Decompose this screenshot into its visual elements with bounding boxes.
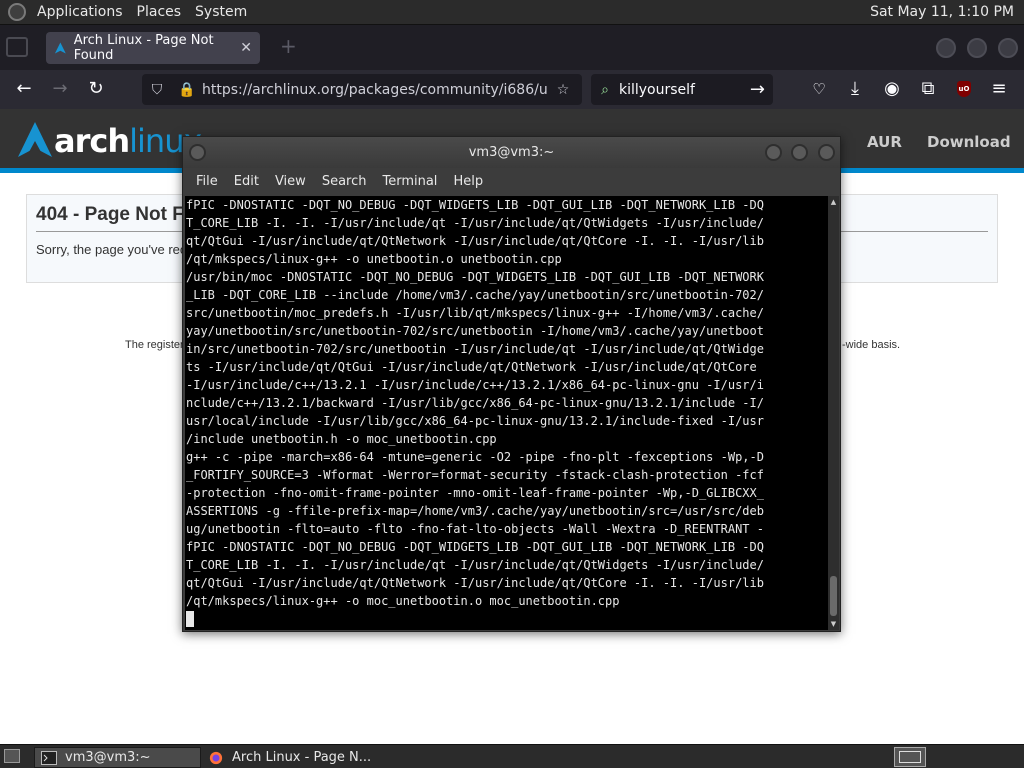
task-terminal[interactable]: vm3@vm3:~ — [34, 747, 201, 768]
terminal-menubar: File Edit View Search Terminal Help — [183, 168, 840, 194]
terminal-icon — [41, 750, 57, 765]
terminal-line: /include unetbootin.h -o moc_unetbootin.… — [186, 432, 497, 446]
terminal-line: _FORTIFY_SOURCE=3 -Wformat -Werror=forma… — [186, 468, 764, 482]
terminal-window[interactable]: vm3@vm3:~ File Edit View Search Terminal… — [182, 136, 841, 632]
terminal-line: fPIC -DNOSTATIC -DQT_NO_DEBUG -DQT_WIDGE… — [186, 540, 764, 554]
task-firefox[interactable]: Arch Linux - Page N... — [202, 747, 372, 768]
terminal-line: _LIB -DQT_CORE_LIB --include /home/vm3/.… — [186, 288, 764, 302]
error-message: Sorry, the page you've rec — [36, 242, 187, 257]
task-terminal-label: vm3@vm3:~ — [65, 750, 151, 765]
task-firefox-label: Arch Linux - Page N... — [232, 750, 372, 765]
terminal-line: T_CORE_LIB -I. -I. -I/usr/include/qt -I/… — [186, 558, 764, 572]
arch-logo-icon[interactable] — [16, 121, 54, 159]
tab-close-icon[interactable]: ✕ — [240, 40, 252, 56]
show-desktop-icon[interactable] — [4, 749, 20, 763]
footer-text: The register — [125, 339, 184, 351]
hamburger-menu-icon[interactable]: ≡ — [988, 78, 1010, 100]
terminal-cursor — [186, 611, 194, 627]
reload-icon[interactable]: ↻ — [85, 78, 107, 100]
page-title: 404 - Page Not F — [36, 204, 184, 225]
search-input[interactable]: killyourself — [619, 82, 695, 98]
arch-logo-text[interactable]: archlinux — [54, 122, 202, 160]
close-window-icon[interactable] — [998, 38, 1018, 58]
pocket-icon[interactable]: ♡ — [808, 78, 830, 100]
menu-terminal[interactable]: Terminal — [374, 174, 445, 189]
terminal-line: -protection -fno-omit-frame-pointer -mno… — [186, 486, 764, 500]
nav-download-link[interactable]: Download — [927, 133, 1011, 151]
account-icon[interactable]: ◉ — [881, 78, 903, 100]
terminal-line: src/unetbootin/moc_predefs.h -I/usr/lib/… — [186, 306, 764, 320]
terminal-output[interactable]: fPIC -DNOSTATIC -DQT_NO_DEBUG -DQT_WIDGE… — [185, 196, 828, 630]
menu-search[interactable]: Search — [314, 174, 375, 189]
bookmark-star-icon[interactable]: ☆ — [548, 82, 578, 98]
terminal-line: ug/unetbootin -flto=auto -flto -fno-fat-… — [186, 522, 764, 536]
maximize-window-icon[interactable] — [967, 38, 987, 58]
terminal-line: /usr/bin/moc -DNOSTATIC -DQT_NO_DEBUG -D… — [186, 270, 764, 284]
lock-icon[interactable]: 🔒 — [172, 82, 202, 98]
maximize-icon[interactable] — [791, 144, 808, 161]
url-bar[interactable]: ⛉ 🔒 https://archlinux.org/packages/commu… — [142, 74, 582, 105]
minimize-icon[interactable] — [765, 144, 782, 161]
clock[interactable]: Sat May 11, 1:10 PM — [870, 4, 1024, 20]
menu-help[interactable]: Help — [445, 174, 491, 189]
menu-view[interactable]: View — [267, 174, 314, 189]
terminal-scrollbar[interactable]: ▲ ▼ — [828, 196, 839, 630]
terminal-line: g++ -c -pipe -march=x86-64 -mtune=generi… — [186, 450, 764, 464]
footer-text-right: -wide basis. — [842, 339, 901, 351]
terminal-line: qt/QtGui -I/usr/include/qt/QtNetwork -I/… — [186, 234, 764, 248]
window-menu-icon[interactable] — [189, 144, 206, 161]
shield-icon[interactable]: ⛉ — [142, 82, 172, 98]
search-engine-icon[interactable]: ⌕ — [591, 82, 619, 98]
scroll-up-icon[interactable]: ▲ — [830, 198, 837, 206]
minimize-window-icon[interactable] — [936, 38, 956, 58]
top-panel: Applications Places System Sat May 11, 1… — [0, 0, 1024, 25]
bottom-panel: vm3@vm3:~ Arch Linux - Page N... — [0, 744, 1024, 768]
terminal-line: ts -I/usr/include/qt/QtGui -I/usr/includ… — [186, 360, 757, 374]
search-bar[interactable]: ⌕ killyourself → — [591, 74, 773, 105]
back-icon[interactable]: ← — [13, 78, 35, 100]
close-icon[interactable] — [818, 144, 835, 161]
terminal-line: usr/local/include -I/usr/lib/gcc/x86_64-… — [186, 414, 764, 428]
workspace-switcher[interactable] — [894, 747, 926, 767]
terminal-line: /qt/mkspecs/linux-g++ -o moc_unetbootin.… — [186, 594, 620, 608]
mate-logo-icon[interactable] — [8, 3, 26, 21]
terminal-line: in/src/unetbootin-702/src/unetbootin -I/… — [186, 342, 764, 356]
tab-list-icon[interactable] — [6, 37, 28, 57]
terminal-line: yay/unetbootin/src/unetbootin-702/src/un… — [186, 324, 764, 338]
extensions-icon[interactable]: ⧉ — [917, 78, 939, 100]
url-text[interactable]: https://archlinux.org/packages/community… — [202, 82, 548, 98]
menu-file[interactable]: File — [188, 174, 226, 189]
nav-aur-link[interactable]: AUR — [867, 133, 902, 151]
terminal-prompt-line — [186, 610, 828, 628]
workspace-icon — [899, 751, 921, 763]
terminal-line: -I/usr/include/c++/13.2.1 -I/usr/include… — [186, 378, 764, 392]
forward-icon[interactable]: → — [49, 78, 71, 100]
scroll-down-icon[interactable]: ▼ — [830, 620, 837, 628]
terminal-line: T_CORE_LIB -I. -I. -I/usr/include/qt -I/… — [186, 216, 764, 230]
browser-tab-bar: Arch Linux - Page Not Found ✕ + — [0, 25, 1024, 70]
ublock-origin-icon[interactable]: uO — [957, 81, 971, 97]
search-go-icon[interactable]: → — [750, 79, 765, 100]
terminal-title: vm3@vm3:~ — [468, 145, 555, 160]
browser-nav-bar: ← → ↻ ⛉ 🔒 https://archlinux.org/packages… — [0, 70, 1024, 109]
terminal-line: nclude/c++/13.2.1/backward -I/usr/lib/gc… — [186, 396, 764, 410]
tab-arch-linux[interactable]: Arch Linux - Page Not Found ✕ — [46, 32, 260, 64]
menu-edit[interactable]: Edit — [226, 174, 267, 189]
terminal-titlebar[interactable]: vm3@vm3:~ — [183, 137, 840, 168]
terminal-line: /qt/mkspecs/linux-g++ -o unetbootin.o un… — [186, 252, 562, 266]
terminal-line: qt/QtGui -I/usr/include/qt/QtNetwork -I/… — [186, 576, 764, 590]
new-tab-icon[interactable]: + — [280, 34, 297, 58]
downloads-icon[interactable]: ⤓ — [844, 78, 866, 100]
menu-applications[interactable]: Applications — [30, 0, 130, 25]
firefox-icon — [209, 751, 223, 764]
terminal-line: ASSERTIONS -g -ffile-prefix-map=/home/vm… — [186, 504, 764, 518]
terminal-line: fPIC -DNOSTATIC -DQT_NO_DEBUG -DQT_WIDGE… — [186, 198, 764, 212]
menu-places[interactable]: Places — [130, 0, 189, 25]
scrollbar-thumb[interactable] — [830, 576, 837, 616]
arch-favicon-icon — [54, 42, 66, 54]
tab-title: Arch Linux - Page Not Found — [73, 33, 214, 63]
menu-system[interactable]: System — [188, 0, 254, 25]
